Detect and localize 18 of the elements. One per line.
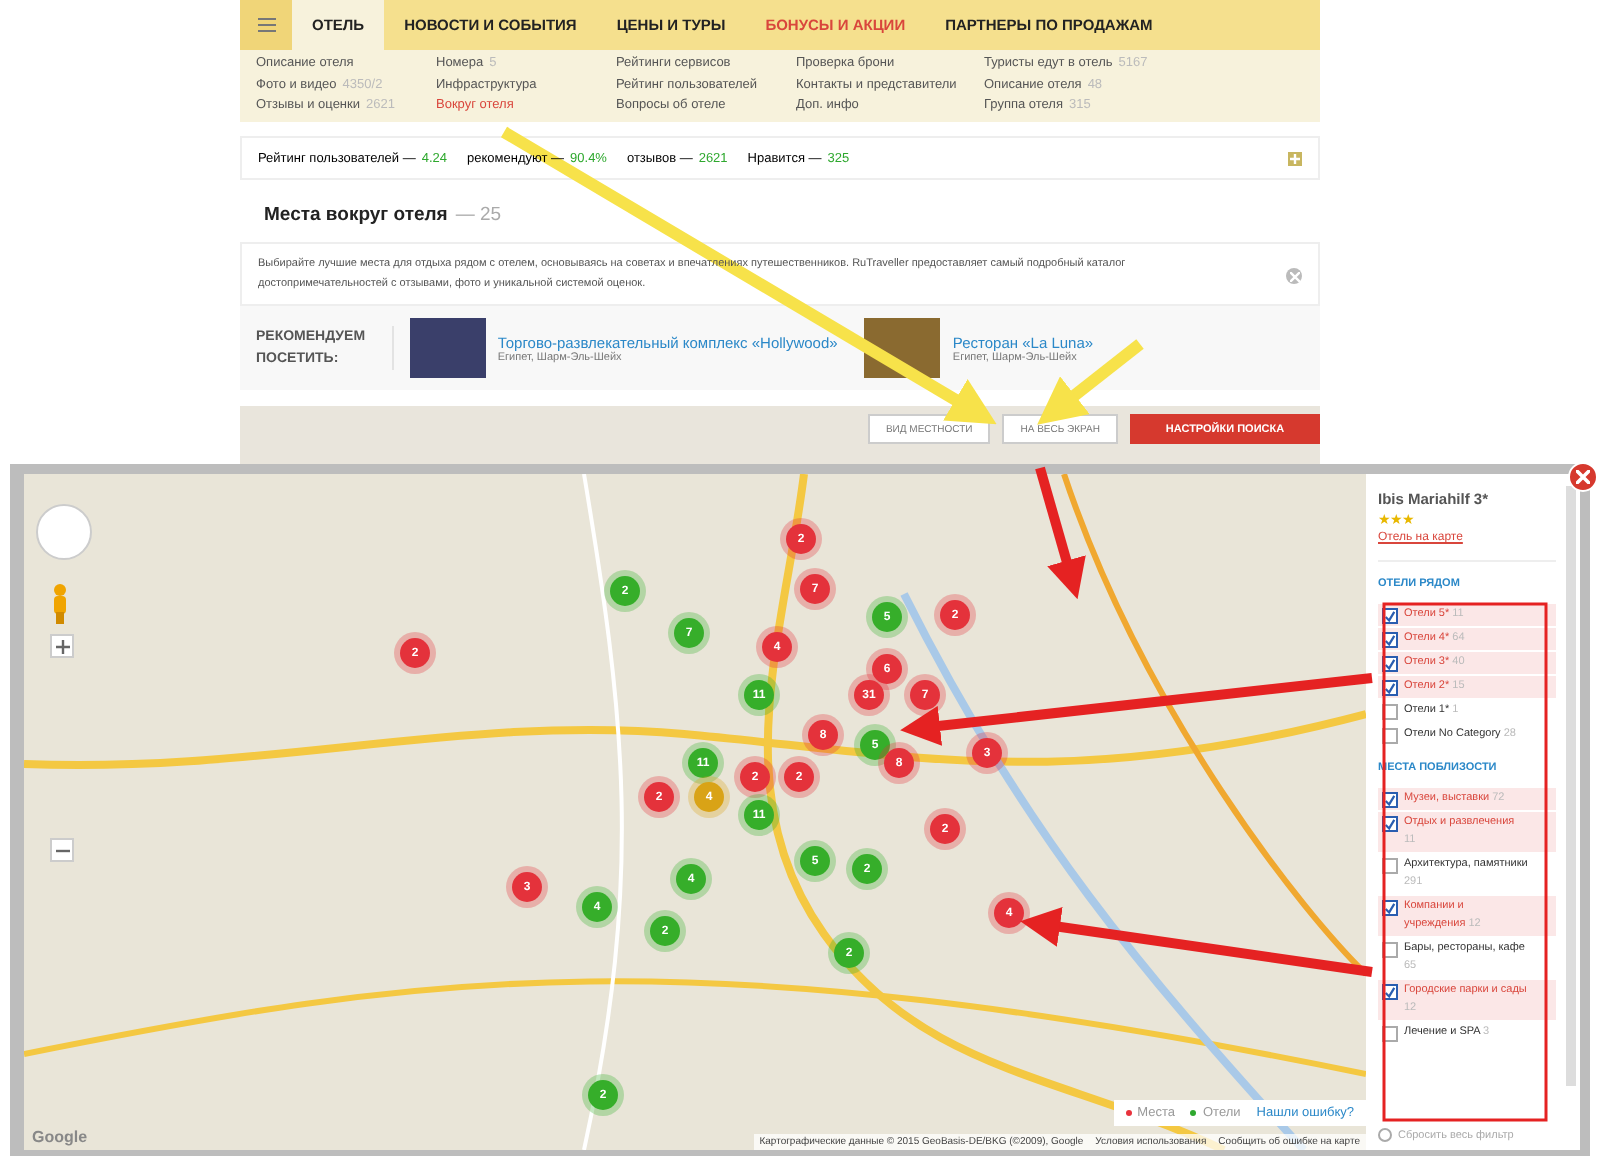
section-count: — 25 — [455, 204, 502, 226]
menu-icon — [257, 18, 275, 32]
zoom-out-button[interactable] — [50, 838, 74, 862]
checkmark-icon — [1384, 985, 1396, 999]
close-icon — [1576, 470, 1590, 484]
close-icon — [1289, 271, 1299, 281]
checkmark-icon — [1384, 901, 1396, 915]
menu-button[interactable] — [240, 0, 292, 50]
annotation-arrow — [1035, 466, 1086, 600]
scrollbar[interactable] — [1566, 486, 1576, 1086]
map-logo: Google — [32, 1128, 88, 1146]
plus-icon — [55, 639, 69, 653]
reset-icon — [1378, 1128, 1392, 1142]
close-button[interactable] — [1568, 462, 1598, 492]
section-title: Места вокруг отеля — [264, 204, 448, 226]
plus-icon — [1290, 153, 1300, 163]
zoom-in-button[interactable] — [50, 634, 74, 658]
photo-placeholder — [409, 318, 486, 378]
